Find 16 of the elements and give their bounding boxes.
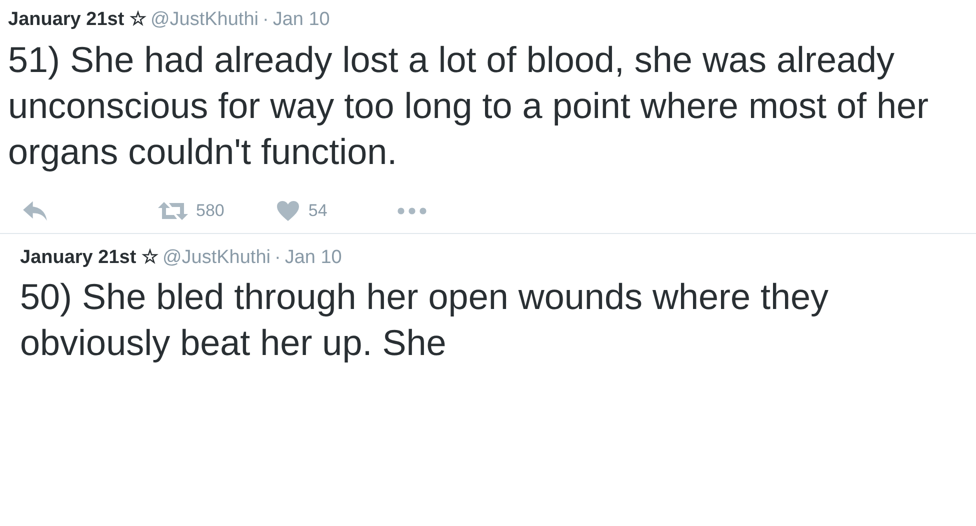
- tweet-date[interactable]: Jan 10: [284, 244, 342, 272]
- tweet-text: 50) She bled through her open wounds where they obviously beat her up. She: [20, 275, 830, 365]
- like-count: 54: [308, 200, 328, 222]
- separator-dot: ·: [274, 246, 281, 270]
- retweet-icon[interactable]: [158, 200, 188, 220]
- user-handle[interactable]: @JustKhuthi: [162, 244, 270, 272]
- tweet-date[interactable]: Jan 10: [272, 6, 330, 34]
- user-handle[interactable]: @JustKhuthi: [150, 6, 258, 34]
- tweet-text: 51) She had already lost a lot of blood, she was already unconscious for way too long to a point where most of her organs couldn't function.: [8, 38, 930, 174]
- display-name[interactable]: January 21st ☆: [20, 244, 158, 272]
- heart-icon[interactable]: [276, 200, 300, 222]
- display-name[interactable]: January 21st ☆: [8, 6, 146, 34]
- more-icon[interactable]: [397, 206, 428, 214]
- reply-icon[interactable]: [22, 200, 48, 222]
- separator-dot: ·: [262, 8, 269, 32]
- retweet-count: 580: [196, 200, 224, 222]
